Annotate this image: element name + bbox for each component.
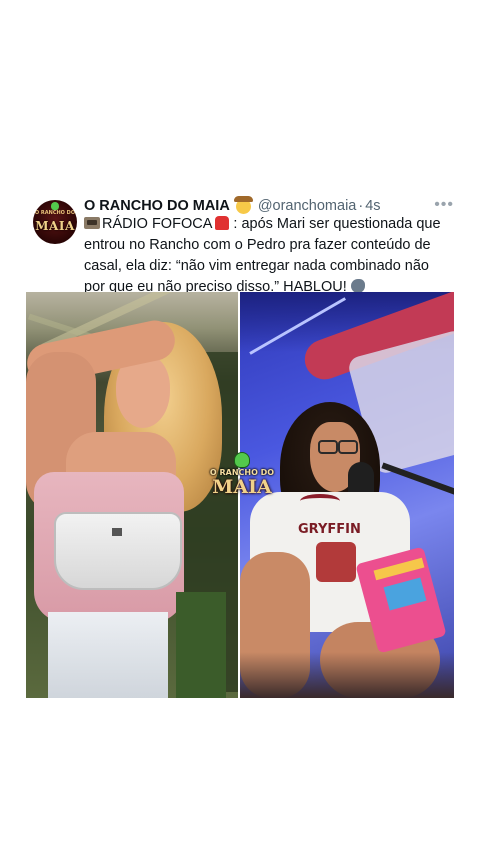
- siren-icon: [215, 216, 230, 230]
- timestamp[interactable]: 4s: [365, 198, 380, 214]
- avatar-logo: MAIA: [35, 219, 75, 233]
- tweet-header: O RANCHO DO MAIA @oranchomaia · 4s •••: [84, 195, 454, 216]
- separator: ·: [358, 198, 364, 214]
- shirt-text: GRYFFIN: [298, 522, 361, 537]
- alien-icon: [234, 452, 250, 468]
- watermark-main: MAIA: [212, 476, 272, 498]
- handle[interactable]: @oranchomaia: [258, 198, 357, 214]
- alien-icon: [51, 202, 59, 210]
- avatar[interactable]: O RANCHO DO MAIA: [33, 200, 77, 244]
- tweet-text: RÁDIO FOFOCA : após Mari ser questionada…: [84, 214, 444, 298]
- tweet-text-title: RÁDIO FOFOCA: [102, 216, 213, 232]
- radio-icon: [84, 217, 100, 229]
- tweet-media[interactable]: GRYFFIN O RANCHO DO MAIA: [26, 292, 454, 698]
- speaking-head-icon: [350, 279, 365, 293]
- cowboy-face-icon: [233, 195, 253, 214]
- avatar-logo-top: O RANCHO DO: [34, 210, 76, 216]
- more-options-icon[interactable]: •••: [434, 196, 454, 214]
- watermark-logo: O RANCHO DO MAIA: [202, 448, 282, 508]
- display-name[interactable]: O RANCHO DO MAIA: [84, 198, 230, 214]
